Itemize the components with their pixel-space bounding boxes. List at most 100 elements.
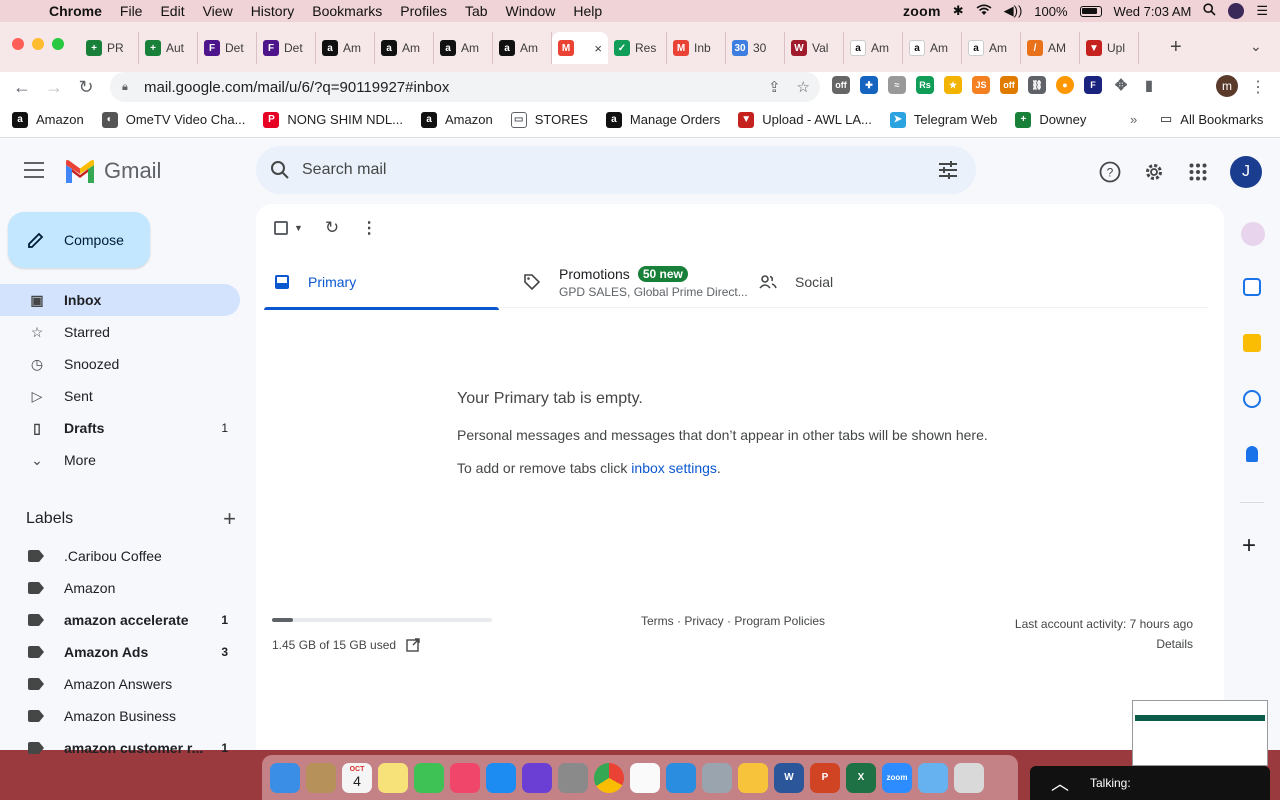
all-bookmarks-button[interactable]: ▭ All Bookmarks — [1160, 111, 1263, 127]
siri-icon[interactable] — [522, 762, 552, 793]
app-store-icon[interactable] — [486, 762, 516, 793]
bookmark-item[interactable]: a Amazon — [421, 111, 493, 128]
label-item[interactable]: Amazon — [0, 572, 240, 604]
extensions-puzzle-icon[interactable]: ✥ — [1112, 76, 1130, 94]
menu-view[interactable]: View — [194, 3, 242, 19]
extension-link-icon[interactable]: ⛓ — [1028, 76, 1046, 94]
menu-history[interactable]: History — [242, 3, 304, 19]
powerpoint-icon[interactable]: P — [810, 762, 840, 793]
reload-button[interactable]: ↻ — [70, 77, 102, 98]
tab-primary[interactable]: Primary — [264, 256, 499, 310]
select-all-checkbox[interactable]: ▼ — [274, 221, 303, 235]
extension-off-icon[interactable]: off — [832, 76, 850, 94]
system-preferences-icon[interactable] — [558, 762, 588, 793]
browser-tab[interactable]: + PR — [80, 32, 139, 64]
browser-tab[interactable]: + Aut — [139, 32, 198, 64]
url-text[interactable]: mail.google.com/mail/u/6/?q=90119927#inb… — [144, 79, 449, 96]
create-label-icon[interactable]: + — [223, 506, 236, 532]
settings-gear-icon[interactable] — [1142, 160, 1166, 184]
tab-search-icon[interactable]: ⌄ — [1250, 38, 1262, 55]
label-item[interactable]: Amazon Ads 3 — [0, 636, 240, 668]
nav-item-sent[interactable]: ▷ Sent — [0, 380, 240, 412]
browser-tab[interactable]: F Det — [257, 32, 316, 64]
music-icon[interactable] — [450, 762, 480, 793]
label-item[interactable]: Amazon Business — [0, 700, 240, 732]
zoom-status-label[interactable]: zoom — [903, 3, 941, 19]
bookmark-item[interactable]: ▼ Upload - AWL LA... — [738, 111, 872, 128]
nav-item-drafts[interactable]: ▯ Drafts 1 — [0, 412, 240, 444]
footer-links[interactable]: Terms · Privacy · Program Policies — [641, 614, 825, 628]
label-item[interactable]: amazon customer r... 1 — [0, 732, 240, 764]
bookmark-star-icon[interactable]: ☆ — [797, 78, 810, 96]
nav-item-more[interactable]: ⌄ More — [0, 444, 240, 476]
trash-icon[interactable] — [954, 762, 984, 793]
label-item[interactable]: Amazon Answers — [0, 668, 240, 700]
label-item[interactable]: .Caribou Coffee — [0, 540, 240, 572]
menu-tab[interactable]: Tab — [456, 3, 497, 19]
keep-icon[interactable] — [1243, 334, 1261, 352]
compose-button[interactable]: Compose — [8, 212, 150, 268]
zoom-talking-bar[interactable]: ︿ Talking: — [1030, 766, 1270, 800]
browser-tab[interactable]: a Am — [316, 32, 375, 64]
extension-off2-icon[interactable]: off — [1000, 76, 1018, 94]
google-apps-icon[interactable] — [1186, 160, 1210, 184]
search-bar[interactable]: Search mail — [256, 146, 976, 194]
extension-orange-icon[interactable]: ● — [1056, 76, 1074, 94]
menu-profiles[interactable]: Profiles — [391, 3, 456, 19]
chrome-icon[interactable] — [594, 762, 624, 793]
bookmark-item[interactable]: + Downey — [1015, 111, 1086, 128]
menu-help[interactable]: Help — [564, 3, 611, 19]
search-icon[interactable] — [270, 160, 290, 180]
bookmark-item[interactable]: a Manage Orders — [605, 111, 720, 128]
browser-tab[interactable]: a Am — [375, 32, 434, 64]
browser-tab[interactable]: a Am — [962, 32, 1021, 64]
google-account-avatar[interactable]: J — [1230, 156, 1262, 188]
battery-icon[interactable] — [1079, 5, 1102, 17]
back-button[interactable]: ← — [6, 77, 38, 98]
zoom-icon[interactable]: zoom — [882, 762, 912, 793]
calendar-icon[interactable] — [1243, 278, 1261, 296]
extension-rs-icon[interactable]: Rs — [916, 76, 934, 94]
gmail-logo[interactable]: Gmail — [64, 158, 161, 184]
menu-app-name[interactable]: Chrome — [40, 3, 111, 19]
facetime-icon[interactable] — [414, 762, 444, 793]
browser-tab[interactable]: M × — [552, 32, 608, 64]
share-icon[interactable]: ⇪ — [768, 78, 781, 96]
main-menu-icon[interactable] — [24, 162, 44, 178]
extension-js-icon[interactable]: JS — [972, 76, 990, 94]
activity-details-link[interactable]: Details — [1015, 634, 1193, 654]
extension-f-icon[interactable]: F — [1084, 76, 1102, 94]
browser-tab[interactable]: 30 30 — [726, 32, 785, 64]
search-input[interactable]: Search mail — [302, 161, 386, 179]
tab-promotions[interactable]: Promotions 50 new GPD SALES, Global Prim… — [499, 256, 753, 308]
inbox-settings-link[interactable]: inbox settings — [631, 460, 717, 476]
browser-tab[interactable]: M Inb — [667, 32, 726, 64]
calendar-icon[interactable]: OCT 4 — [342, 762, 372, 793]
side-panel-icon[interactable]: ▮ — [1140, 76, 1158, 94]
tab-social[interactable]: Social — [753, 256, 953, 308]
excel-icon[interactable]: X — [846, 762, 876, 793]
nav-item-snoozed[interactable]: ◷ Snoozed — [0, 348, 240, 380]
contacts-icon[interactable] — [306, 762, 336, 793]
chevron-up-icon[interactable]: ︿ — [1030, 770, 1090, 796]
user-avatar-icon[interactable] — [1228, 3, 1245, 19]
browser-tab[interactable]: a Am — [493, 32, 552, 64]
menu-window[interactable]: Window — [497, 3, 565, 19]
nav-item-starred[interactable]: ☆ Starred — [0, 316, 240, 348]
finder-icon[interactable] — [270, 762, 300, 793]
launchpad-icon[interactable] — [702, 762, 732, 793]
menu-edit[interactable]: Edit — [151, 3, 193, 19]
spotlight-search-icon[interactable] — [1203, 3, 1216, 19]
screen-share-thumbnail[interactable] — [1132, 700, 1268, 766]
refresh-icon[interactable]: ↻ — [325, 218, 339, 238]
browser-tab[interactable]: ▼ Upl — [1080, 32, 1139, 64]
chrome-menu-icon[interactable]: ⋮ — [1250, 77, 1266, 97]
minimize-window-button[interactable] — [32, 38, 44, 50]
browser-tab[interactable]: / AM — [1021, 32, 1080, 64]
forward-button[interactable]: → — [38, 77, 70, 98]
add-addon-icon[interactable]: + — [1242, 532, 1256, 560]
browser-tab[interactable]: a Am — [844, 32, 903, 64]
close-tab-icon[interactable]: × — [594, 41, 602, 56]
new-tab-button[interactable]: + — [1170, 36, 1182, 59]
select-dropdown-icon[interactable]: ▼ — [294, 223, 303, 233]
